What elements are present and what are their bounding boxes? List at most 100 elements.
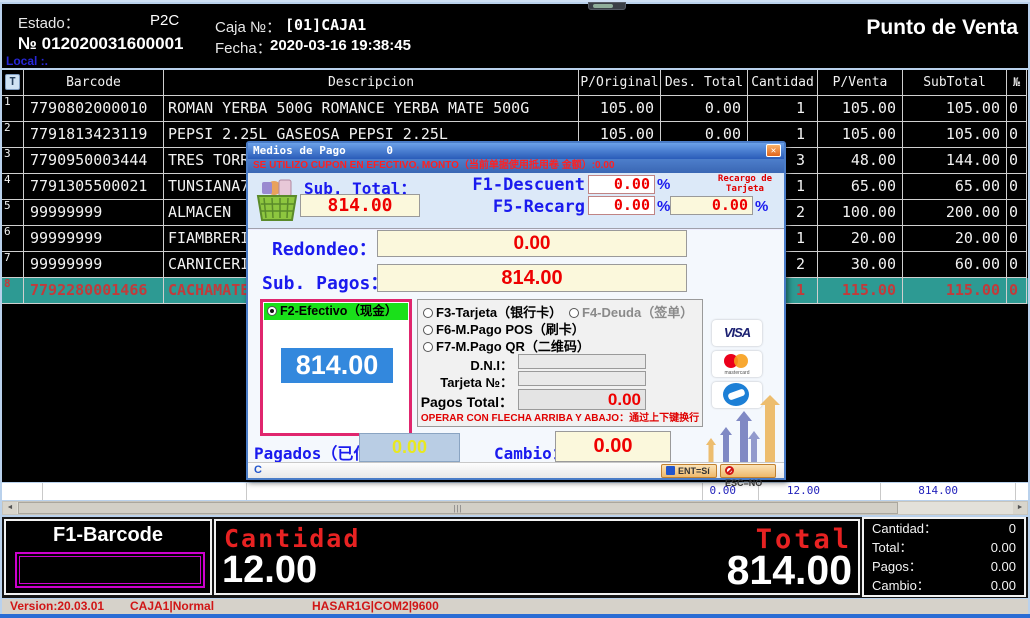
cell-barcode: 7790802000010 <box>24 96 164 122</box>
cell-pventa: 65.00 <box>818 174 903 200</box>
arrow-keys-hint: OPERAR CON FLECHA ARRIBA Y ABAJO：通过上下键换行 <box>418 409 702 424</box>
coupon-warning-text: SE UTILIZO CUPON EN EFECTIVO, MONTO（当前单据… <box>248 159 784 173</box>
summary-subtotal: 814.00 <box>918 484 958 497</box>
barcode-input-inner-border <box>19 556 201 584</box>
cell-subtotal: 144.00 <box>903 148 1007 174</box>
tarjeta-field[interactable] <box>518 371 646 386</box>
cell-barcode: 7791305500021 <box>24 174 164 200</box>
cell-no: 0 <box>1007 226 1027 252</box>
panel-total-value: 0.00 <box>991 538 1016 557</box>
header: Estado： P2C № 012020031600001 Caja №： [0… <box>2 4 1028 68</box>
cell-destotal: 0.00 <box>661 96 748 122</box>
scroll-left-icon[interactable]: ◄ <box>3 502 17 514</box>
ent-si-button[interactable]: ENT=Sí <box>661 464 717 478</box>
cell-subtotal: 115.00 <box>903 278 1007 304</box>
recargo-tarjeta-label: Recargo de Tarjeta <box>700 174 790 194</box>
mastercard-logo: mastercard <box>712 351 762 377</box>
status-bar: Version:20.03.01 CAJA1|Normal HASAR1G|CO… <box>2 599 1028 614</box>
radio-icon[interactable] <box>569 308 579 318</box>
f1-descuento-field[interactable]: 0.00 <box>588 175 655 194</box>
option-f4-label: F4-Deuda（签单） <box>582 305 693 320</box>
pagos-total-value: 0.00 <box>518 389 646 410</box>
save-icon <box>666 466 675 475</box>
radio-icon[interactable] <box>423 308 433 318</box>
option-f7-label: F7-M.Pago QR（二维码） <box>436 339 590 354</box>
sub-pagos-value: 814.00 <box>377 264 687 292</box>
table-row[interactable]: 1 7790802000010 ROMAN YERBA 500G ROMANCE… <box>2 96 1028 122</box>
close-icon[interactable]: ✕ <box>766 144 781 157</box>
cell-subtotal: 105.00 <box>903 122 1007 148</box>
summary-cantidad: 12.00 <box>787 484 820 497</box>
panel-total-label: Total： <box>872 538 912 557</box>
bottom-bar: F1-Barcode Cantidad 12.00 Total 814.00 C… <box>2 517 1028 598</box>
shopping-basket-icon <box>254 176 300 226</box>
efectivo-option[interactable]: F2-Efectivo（现金） <box>264 303 408 320</box>
cell-subtotal: 200.00 <box>903 200 1007 226</box>
ticket-number: № 012020031600001 <box>18 34 184 54</box>
header-cell: P/Venta <box>818 70 903 96</box>
radio-selected-icon[interactable] <box>267 306 277 316</box>
recargo-tarjeta-field[interactable]: 0.00 <box>670 196 753 215</box>
cell-pventa: 20.00 <box>818 226 903 252</box>
option-f4-deuda[interactable]: F4-Deuda（签单） <box>566 302 693 321</box>
row-number: 3 <box>2 148 23 160</box>
caja-label: Caja №： <box>215 16 281 37</box>
cell-descripcion: ROMAN YERBA 500G ROMANCE YERBA MATE 500G <box>164 96 579 122</box>
panel-cambio-value: 0.00 <box>991 576 1016 595</box>
radio-icon[interactable] <box>423 342 433 352</box>
scrollbar-thumb[interactable]: ||| <box>18 502 898 514</box>
option-f7-mpago-qr[interactable]: F7-M.Pago QR（二维码） <box>420 336 590 355</box>
header-cell-filter: T <box>2 70 24 96</box>
cell-no: 0 <box>1007 200 1027 226</box>
visa-logo: VISA <box>712 320 762 346</box>
filter-icon[interactable]: T <box>5 74 20 90</box>
panel-cantidad-label: Cantidad： <box>872 519 937 538</box>
efectivo-amount-input[interactable]: 814.00 <box>281 348 393 383</box>
dialog-title-bar[interactable]: Medios de Pago 0 ✕ <box>248 143 784 159</box>
payment-summary-panel: Cantidad：0 Total：0.00 Pagos：0.00 Cambio：… <box>862 517 1026 597</box>
cell-barcode: 7792280001466 <box>24 278 164 304</box>
scroll-right-icon[interactable]: ► <box>1013 502 1027 514</box>
visa-text: VISA <box>712 320 762 346</box>
cell-barcode: 7790950003444 <box>24 148 164 174</box>
header-cell: Barcode <box>24 70 164 96</box>
header-cell: № <box>1007 70 1027 96</box>
row-number: 2 <box>2 122 23 134</box>
pagados-value: 0.00 <box>359 433 460 462</box>
row-number: 7 <box>2 252 23 264</box>
footer-c-indicator: C <box>254 464 262 476</box>
radio-icon[interactable] <box>423 325 433 335</box>
estado-value: P2C <box>150 12 179 29</box>
f1-descuento-label: F1-Descuent <box>463 175 585 195</box>
cell-pventa: 105.00 <box>818 96 903 122</box>
esc-no-button[interactable]: ESC=NO <box>720 464 776 478</box>
cell-barcode: 99999999 <box>24 200 164 226</box>
cell-pventa: 30.00 <box>818 252 903 278</box>
panel-pagos-label: Pagos： <box>872 557 922 576</box>
header-cell: P/Original <box>579 70 661 96</box>
row-number: 8 <box>2 278 23 290</box>
cell-cantidad: 1 <box>748 96 818 122</box>
f5-recargo-field[interactable]: 0.00 <box>588 196 655 215</box>
barcode-panel: F1-Barcode <box>4 519 212 595</box>
printer-status-text: HASAR1G|COM2|9600 <box>312 599 439 613</box>
row-number: 6 <box>2 226 23 238</box>
cell-pventa: 115.00 <box>818 278 903 304</box>
header-cell: SubTotal <box>903 70 1007 96</box>
quantity-total-panel: Cantidad 12.00 Total 814.00 <box>214 519 860 595</box>
row-number: 4 <box>2 174 23 186</box>
barcode-input[interactable] <box>15 552 205 588</box>
cell-no: 0 <box>1007 122 1027 148</box>
horizontal-scrollbar[interactable]: ◄ ||| ► <box>2 501 1028 515</box>
cambio-value: 0.00 <box>555 431 671 462</box>
fecha-value: 2020-03-16 19:38:45 <box>270 37 411 54</box>
table-header-row: T Barcode Descripcion P/Original Des. To… <box>2 70 1028 96</box>
window-control-button[interactable] <box>588 2 626 10</box>
cell-pventa: 48.00 <box>818 148 903 174</box>
f5-recargo-label: F5-Recarg <box>463 197 585 217</box>
pos-window: Estado： P2C № 012020031600001 Caja №： [0… <box>0 0 1030 618</box>
cell-barcode: 99999999 <box>24 252 164 278</box>
dni-field[interactable] <box>518 354 646 369</box>
efectivo-box: F2-Efectivo（现金） 814.00 <box>260 299 412 436</box>
ent-button-label: ENT=Sí <box>678 466 710 476</box>
